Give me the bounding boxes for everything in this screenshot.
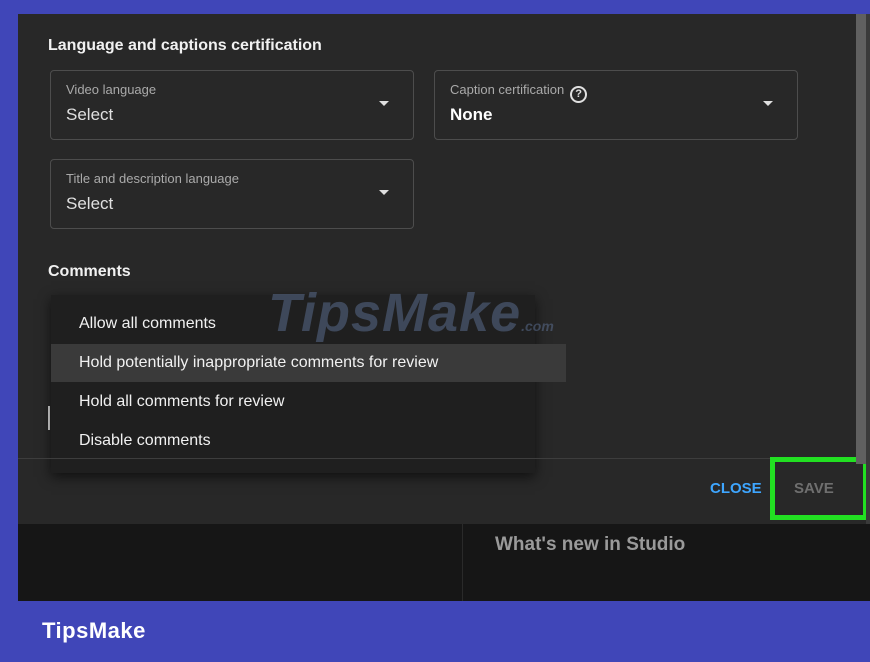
title-description-language-dropdown[interactable]: Title and description language Select	[50, 159, 414, 229]
title-description-language-label: Title and description language	[66, 171, 239, 186]
watermark-main: TipsMake	[268, 283, 522, 343]
question-circle-icon[interactable]: ?	[570, 86, 588, 103]
menu-item-hold-all-comments[interactable]: Hold all comments for review	[51, 383, 535, 421]
caret-down-icon	[379, 190, 389, 195]
scrollbar-track	[866, 14, 870, 524]
comments-section-title: Comments	[48, 263, 131, 280]
menu-item-disable-comments[interactable]: Disable comments	[51, 422, 535, 460]
footer-divider	[18, 458, 854, 459]
language-section-title: Language and captions certification	[48, 37, 322, 54]
watermark-suffix: .com	[521, 318, 554, 334]
caption-certification-value: None	[450, 105, 493, 124]
caret-down-icon	[763, 101, 773, 106]
save-highlight-box	[770, 457, 868, 520]
text-cursor	[48, 406, 50, 430]
title-description-language-value: Select	[66, 194, 114, 213]
dialog-scrollbar[interactable]	[856, 14, 866, 464]
caption-certification-dropdown[interactable]: Caption certification? None	[434, 70, 798, 140]
close-button[interactable]: CLOSE	[710, 480, 762, 497]
video-details-dialog: Language and captions certification Vide…	[18, 14, 870, 524]
studio-background-panel	[18, 524, 870, 601]
caption-certification-label-row: Caption certification?	[450, 82, 588, 103]
tipsmake-frame: Language and captions certification Vide…	[0, 0, 870, 662]
background-divider	[462, 524, 463, 601]
caption-certification-label: Caption certification	[450, 82, 565, 97]
caret-down-icon	[379, 101, 389, 106]
brand-label: TipsMake	[42, 618, 146, 643]
tipsmake-watermark: TipsMake.com	[268, 282, 554, 344]
menu-item-hold-potentially-inappropriate[interactable]: Hold potentially inappropriate comments …	[51, 344, 566, 382]
video-language-dropdown[interactable]: Video language Select	[50, 70, 414, 140]
video-language-label: Video language	[66, 82, 157, 97]
video-language-value: Select	[66, 105, 114, 124]
whats-new-heading[interactable]: What's new in Studio	[495, 534, 685, 556]
